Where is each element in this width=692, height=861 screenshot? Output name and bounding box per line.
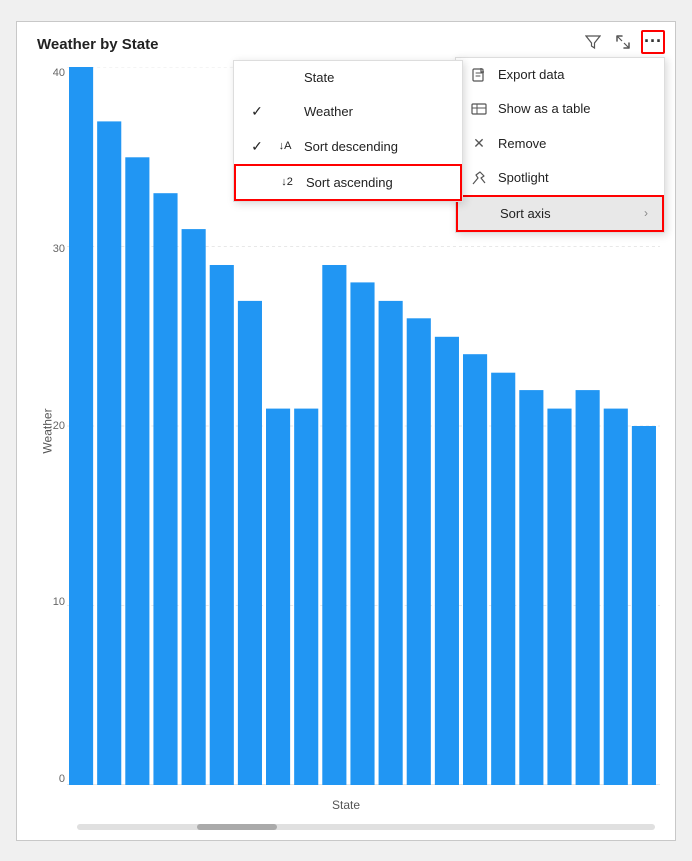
bar-iowa[interactable] (238, 300, 262, 784)
menu-item-sort-axis[interactable]: Sort axis › (456, 195, 664, 232)
menu-item-spotlight[interactable]: Spotlight (456, 161, 664, 195)
bar-kansas[interactable] (632, 426, 656, 785)
y-tick-30: 30 (53, 243, 65, 255)
y-axis-labels: 40 30 20 10 0 (37, 67, 65, 785)
menu-item-remove[interactable]: ✕ Remove (456, 126, 664, 161)
bar-new-mexico[interactable] (604, 408, 628, 784)
bar-washington[interactable] (182, 229, 206, 785)
menu-item-export[interactable]: Export data (456, 58, 664, 92)
check-sort-desc: ✓ (248, 138, 266, 155)
more-options-button[interactable]: ··· (641, 30, 665, 54)
bar-indiana[interactable] (491, 372, 515, 784)
state-label: State (304, 70, 334, 85)
y-tick-20: 20 (53, 420, 65, 432)
scrollbar-thumb[interactable] (197, 824, 277, 830)
export-icon (470, 67, 488, 83)
sort-axis-submenu: State ✓ Weather ✓ ↓A Sort descending ↓2 … (233, 60, 463, 202)
y-tick-10: 10 (53, 596, 65, 608)
menu-item-table[interactable]: Show as a table (456, 92, 664, 126)
export-label: Export data (498, 67, 650, 82)
check-weather: ✓ (248, 103, 266, 120)
sort-axis-arrow: › (644, 206, 648, 220)
scrollbar-track[interactable] (77, 824, 655, 830)
sort-axis-label: Sort axis (500, 206, 634, 221)
bar-massachusetts[interactable] (266, 408, 290, 784)
remove-label: Remove (498, 136, 650, 151)
bar-rhode-island[interactable] (407, 318, 431, 785)
sort-desc-icon: ↓A (276, 140, 294, 152)
bar-nebraska[interactable] (350, 282, 374, 785)
remove-icon: ✕ (470, 135, 488, 152)
y-tick-0: 0 (59, 773, 65, 785)
table-label: Show as a table (498, 101, 650, 116)
spotlight-label: Spotlight (498, 170, 650, 185)
bar-ohio[interactable] (463, 354, 487, 785)
bar-pennsylvania[interactable] (322, 264, 346, 784)
bar-oregon[interactable] (210, 264, 234, 784)
sort-asc-icon: ↓2 (278, 176, 296, 188)
bar-michigan[interactable] (69, 67, 93, 785)
sort-desc-label: Sort descending (304, 139, 398, 154)
bar-west-virginia[interactable] (519, 390, 543, 785)
spotlight-icon (470, 170, 488, 186)
bar-south-dakota[interactable] (97, 121, 121, 785)
submenu-item-sort-desc[interactable]: ✓ ↓A Sort descending (234, 129, 462, 164)
expand-icon[interactable] (611, 30, 635, 54)
bar-utah[interactable] (294, 408, 318, 784)
submenu-item-sort-asc[interactable]: ↓2 Sort ascending (234, 164, 462, 201)
filter-icon[interactable] (581, 30, 605, 54)
bar-new-jersey[interactable] (576, 390, 600, 785)
chart-title: Weather by State (37, 36, 158, 53)
context-menu: Export data Show as a table ✕ Remove S (455, 57, 665, 233)
bar-connecticut[interactable] (379, 300, 403, 784)
chart-container: ··· Weather by State Weather 40 30 20 10… (16, 21, 676, 841)
x-axis-label: State (332, 798, 360, 812)
sort-asc-label: Sort ascending (306, 175, 393, 190)
bar-illinois[interactable] (547, 408, 571, 784)
bar-new-york[interactable] (125, 157, 149, 785)
bar-colorado[interactable] (153, 193, 177, 785)
submenu-item-state[interactable]: State (234, 61, 462, 94)
submenu-item-weather[interactable]: ✓ Weather (234, 94, 462, 129)
toolbar: ··· (581, 30, 665, 54)
weather-label: Weather (304, 104, 353, 119)
bar-nevada[interactable] (435, 336, 459, 784)
table-icon (470, 101, 488, 117)
y-tick-40: 40 (53, 67, 65, 79)
